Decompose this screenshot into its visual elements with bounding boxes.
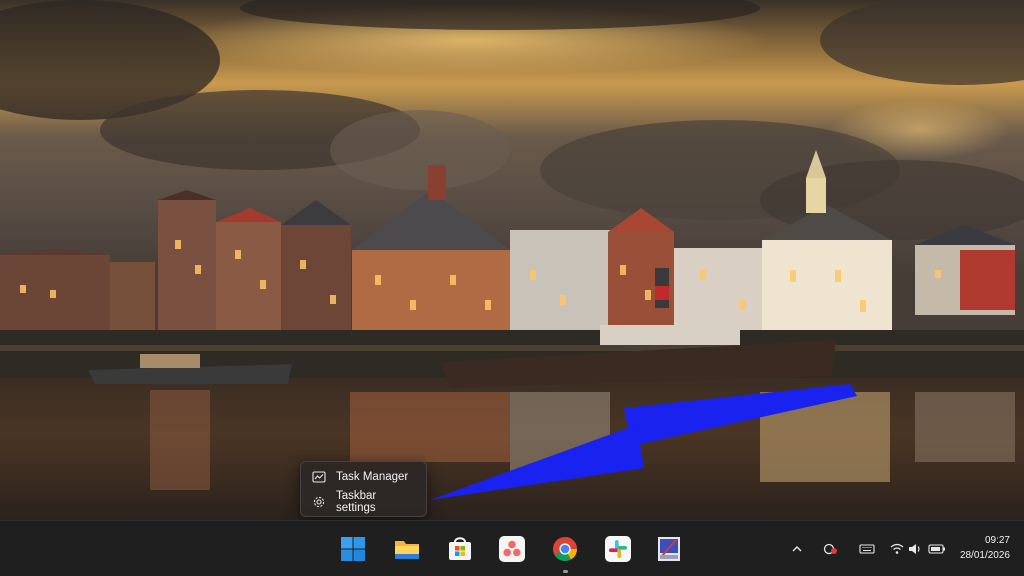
taskbar: 09:27 28/01/2026 bbox=[0, 520, 1024, 576]
asana-icon bbox=[499, 536, 525, 562]
wallpaper-harbor-scene bbox=[0, 0, 1024, 520]
wifi-icon[interactable] bbox=[888, 540, 906, 558]
taskbar-context-menu: Task Manager Taskbar settings bbox=[300, 461, 427, 517]
chevron-up-icon[interactable] bbox=[788, 540, 806, 558]
desktop-wallpaper: Task Manager Taskbar settings bbox=[0, 0, 1024, 520]
start-button[interactable] bbox=[336, 532, 370, 566]
asana-button[interactable] bbox=[495, 532, 529, 566]
battery-icon[interactable] bbox=[928, 540, 946, 558]
chrome-icon bbox=[553, 537, 577, 562]
task-manager-icon bbox=[312, 470, 326, 484]
app-tray-icon[interactable] bbox=[822, 540, 840, 558]
running-indicator bbox=[563, 570, 568, 573]
clock[interactable]: 09:27 28/01/2026 bbox=[960, 533, 1010, 563]
gear-icon bbox=[312, 495, 326, 509]
task-manager-menu-item[interactable]: Task Manager bbox=[304, 464, 423, 489]
slack-button[interactable] bbox=[601, 532, 635, 566]
taskbar-settings-menu-item[interactable]: Taskbar settings bbox=[304, 489, 423, 514]
volume-icon[interactable] bbox=[906, 540, 924, 558]
keyboard-icon[interactable] bbox=[858, 540, 876, 558]
folder-icon bbox=[395, 541, 419, 559]
task-manager-label: Task Manager bbox=[336, 470, 409, 483]
clock-time: 09:27 bbox=[984, 535, 1010, 546]
taskbar-settings-label: Taskbar settings bbox=[336, 489, 377, 514]
file-explorer-button[interactable] bbox=[390, 532, 424, 566]
slack-icon bbox=[605, 536, 631, 562]
snipping-tool-icon bbox=[658, 537, 680, 561]
microsoft-store-button[interactable] bbox=[443, 532, 477, 566]
windows-logo-icon bbox=[341, 537, 365, 561]
store-icon bbox=[449, 537, 471, 560]
clock-date: 28/01/2026 bbox=[959, 550, 1010, 561]
snipping-tool-button[interactable] bbox=[652, 532, 686, 566]
chrome-button[interactable] bbox=[548, 532, 582, 566]
